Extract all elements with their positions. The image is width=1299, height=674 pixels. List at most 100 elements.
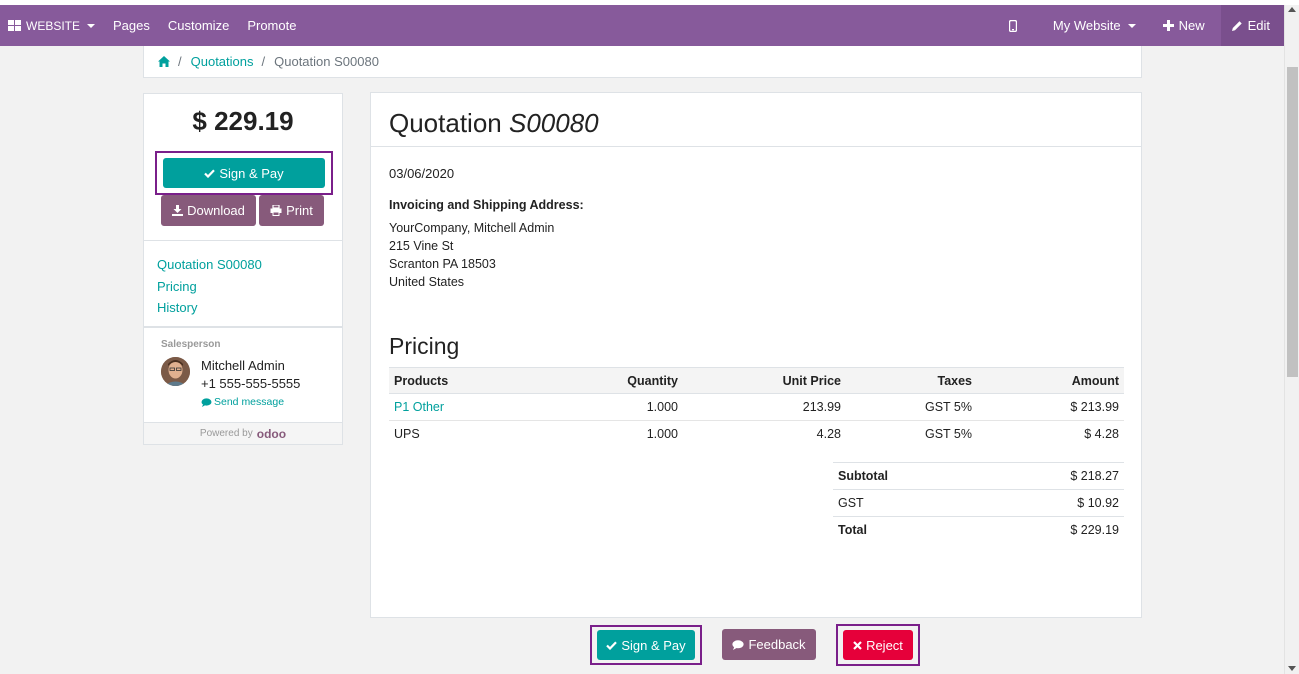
feedback-button[interactable]: Feedback — [722, 629, 816, 660]
sidebar-nav-quotation[interactable]: Quotation S00080 — [157, 254, 262, 276]
tax-label: GST — [833, 489, 981, 517]
address-block: YourCompany, Mitchell Admin 215 Vine St … — [389, 219, 554, 291]
total-row: Total $ 229.19 — [833, 516, 1124, 544]
breadcrumb-current: Quotation S00080 — [274, 54, 379, 69]
amount-cell: $ 4.28 — [1084, 427, 1119, 442]
website-navbar: WEBSITE Pages Customize Promote My Websi… — [0, 5, 1284, 46]
download-button[interactable]: Download — [161, 195, 256, 226]
customize-menu[interactable]: Customize — [159, 5, 238, 46]
quotation-date: 03/06/2020 — [389, 166, 455, 181]
sign-pay-highlight: Sign & Pay — [155, 151, 333, 195]
new-label: New — [1178, 18, 1205, 33]
breadcrumb-separator: / — [178, 54, 182, 69]
address-label: Invoicing and Shipping Address: — [389, 198, 584, 212]
column-header-products: Products — [389, 367, 555, 394]
unit-price-cell: 213.99 — [683, 393, 846, 421]
column-header-unit-price: Unit Price — [683, 367, 846, 394]
table-header-row: Products Quantity Unit Price Taxes Amoun… — [389, 367, 1124, 394]
sidebar-divider — [144, 240, 342, 241]
check-icon — [606, 640, 618, 650]
taxes-cell: GST 5% — [846, 393, 977, 421]
breadcrumb: / Quotations / Quotation S00080 — [143, 46, 1142, 78]
sidebar-divider — [144, 326, 342, 328]
send-message-link[interactable]: Send message — [201, 396, 284, 408]
column-header-quantity: Quantity — [555, 367, 683, 394]
quantity-cell: 1.000 — [646, 427, 678, 442]
apps-grid-icon — [8, 20, 21, 31]
sidebar-nav-history[interactable]: History — [157, 297, 262, 319]
pencil-icon — [1231, 20, 1242, 31]
subtotal-row: Subtotal $ 218.27 — [833, 462, 1124, 490]
download-icon — [172, 205, 184, 216]
reject-highlight: Reject — [836, 624, 920, 666]
close-icon — [853, 640, 862, 650]
scrollbar-thumb[interactable] — [1287, 67, 1298, 377]
quotation-number: S00080 — [508, 108, 599, 138]
page-scrollbar[interactable] — [1284, 5, 1299, 674]
product-cell: UPS — [394, 427, 420, 442]
salesperson-name: Mitchell Admin — [201, 358, 285, 373]
feedback-label: Feedback — [748, 637, 806, 652]
download-label: Download — [187, 203, 245, 218]
total-value: $ 229.19 — [980, 516, 1124, 544]
total-amount: $ 229.19 — [192, 106, 294, 136]
tax-row: GST $ 10.92 — [833, 489, 1124, 517]
comment-icon — [201, 397, 212, 407]
odoo-logo[interactable]: odoo — [257, 427, 286, 441]
edit-button[interactable]: Edit — [1220, 5, 1284, 46]
powered-by-label: Powered by — [199, 428, 253, 439]
amount-cell: $ 213.99 — [977, 393, 1124, 421]
my-website-label: My Website — [1052, 18, 1121, 33]
chevron-down-icon — [1127, 23, 1136, 28]
address-line: United States — [389, 275, 465, 289]
sidebar-nav-pricing[interactable]: Pricing — [157, 276, 262, 298]
send-message-label: Send message — [214, 396, 285, 408]
address-line: 215 Vine St — [389, 239, 454, 253]
column-header-taxes: Taxes — [846, 367, 977, 394]
edit-label: Edit — [1247, 18, 1270, 33]
breadcrumb-separator: / — [261, 54, 266, 69]
table-row: UPS 1.000 4.28 GST 5% $ 4.28 — [389, 421, 1124, 448]
address-line: Scranton PA 18503 — [389, 257, 496, 271]
sign-pay-button[interactable]: Sign & Pay — [163, 158, 325, 188]
reject-label: Reject — [866, 637, 903, 653]
bottom-sign-pay-highlight: Sign & Pay — [590, 625, 702, 665]
bottom-sign-pay-label: Sign & Pay — [621, 637, 686, 653]
product-link[interactable]: P1 Other — [389, 393, 555, 421]
my-website-menu[interactable]: My Website — [1044, 5, 1154, 46]
scroll-down-arrow-icon[interactable] — [1288, 666, 1296, 671]
print-label: Print — [286, 203, 313, 218]
pages-menu[interactable]: Pages — [104, 5, 159, 46]
promote-menu[interactable]: Promote — [238, 5, 305, 46]
mobile-icon — [1008, 19, 1017, 32]
totals-table: Subtotal $ 218.27 GST $ 10.92 Total $ 22… — [833, 462, 1124, 544]
website-menu[interactable]: WEBSITE — [0, 5, 104, 46]
bottom-sign-pay-button[interactable]: Sign & Pay — [597, 630, 695, 660]
reject-button[interactable]: Reject — [843, 630, 913, 660]
powered-by-footer: Powered by odoo — [144, 422, 342, 444]
quotation-panel: Quotation S00080 03/06/2020 Invoicing an… — [370, 92, 1142, 618]
home-icon[interactable] — [158, 56, 170, 67]
new-button[interactable]: New — [1154, 5, 1221, 46]
scroll-up-arrow-icon[interactable] — [1288, 7, 1296, 12]
table-row: P1 Other 1.000 213.99 GST 5% $ 213.99 — [389, 393, 1124, 421]
plus-icon — [1162, 20, 1174, 31]
quotation-title: Quotation S00080 — [371, 93, 1141, 147]
pricing-heading: Pricing — [389, 333, 460, 359]
print-icon — [270, 205, 282, 216]
address-line: YourCompany, Mitchell Admin — [389, 221, 555, 235]
unit-price-cell: 4.28 — [816, 427, 841, 442]
quantity-cell: 1.000 — [555, 393, 683, 421]
comment-icon — [732, 639, 745, 650]
salesperson-label: Salesperson — [161, 339, 221, 350]
tax-value: $ 10.92 — [980, 489, 1124, 517]
mobile-preview-button[interactable] — [995, 5, 1044, 46]
taxes-cell: GST 5% — [924, 427, 972, 442]
chevron-down-icon — [87, 23, 96, 28]
navbar-right: My Website New Edit — [995, 5, 1284, 46]
check-icon — [204, 168, 216, 178]
quotation-sidebar: $ 229.19 Sign & Pay Download Print Quota… — [143, 93, 343, 445]
subtotal-value: $ 218.27 — [980, 462, 1124, 490]
breadcrumb-quotations-link[interactable]: Quotations — [191, 54, 254, 69]
print-button[interactable]: Print — [259, 195, 324, 226]
